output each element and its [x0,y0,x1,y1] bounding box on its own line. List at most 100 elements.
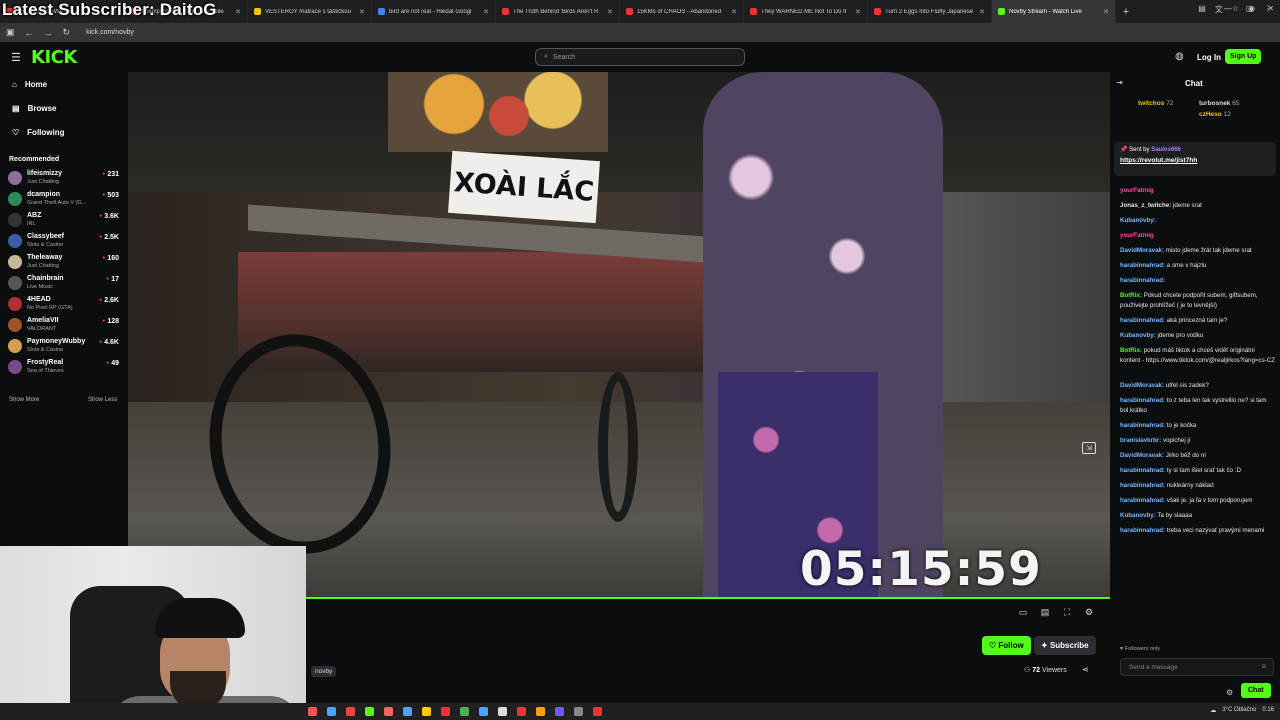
translate-icon[interactable]: 文 [1215,4,1223,15]
taskbar-app-icon[interactable] [441,707,450,716]
follow-button[interactable]: ♡ Follow [982,636,1031,655]
taskbar-app-icon[interactable] [536,707,545,716]
new-tab-button[interactable]: + [1116,6,1136,18]
browser-tab[interactable]: Novby Stream - Watch Live ✕ [992,0,1116,23]
chat-username[interactable]: harabinnahrad: [1120,277,1165,284]
chat-username[interactable]: Kubanovby: [1120,512,1156,519]
tab-close-icon[interactable]: ✕ [483,8,489,16]
show-more-link[interactable]: Show More [9,397,39,403]
top-gifter[interactable]: twitchos 72 [1138,100,1173,107]
chat-username[interactable]: BotRix: [1120,292,1142,299]
recommended-channel[interactable]: dcampion Grand Theft Auto V (G... 503 [8,191,122,211]
clip-icon[interactable]: ▭ [1018,607,1028,617]
theater-mode-icon[interactable]: ▤ [1040,607,1050,617]
show-less-link[interactable]: Show Less [88,397,117,403]
tab-close-icon[interactable]: ✕ [731,8,737,16]
recommended-channel[interactable]: Theleaway Just Chatting 160 [8,254,122,274]
tab-close-icon[interactable]: ✕ [979,8,985,16]
tab-close-icon[interactable]: ✕ [607,8,613,16]
chat-username[interactable]: yourFatmig [1120,232,1154,239]
taskbar-app-icon[interactable] [574,707,583,716]
chat-username[interactable]: harabinnahrad: [1120,422,1165,429]
chat-username[interactable]: branislavkrbr: [1120,437,1161,444]
chat-username[interactable]: Jonas_z_twitche: [1120,202,1171,209]
kick-logo[interactable]: KICK [31,47,77,68]
tab-close-icon[interactable]: ✕ [235,8,241,16]
sidebar-toggle-icon[interactable]: ▣ [6,27,15,38]
menu-icon[interactable]: ⋮ [1264,4,1272,15]
taskbar-app-icon[interactable] [327,707,336,716]
top-gifter[interactable]: turbosnek 65 [1199,100,1239,107]
language-globe-icon[interactable]: ◍ [1175,51,1184,62]
chat-send-button[interactable]: Chat [1241,683,1271,698]
taskbar-app-icon[interactable] [422,707,431,716]
taskbar-app-icon[interactable] [593,707,602,716]
chat-username[interactable]: yourFatmig [1120,187,1154,194]
taskbar-app-icon[interactable] [555,707,564,716]
subscribe-button[interactable]: ✦ Subscribe [1034,636,1096,655]
reload-icon[interactable]: ↻ [63,27,71,38]
taskbar-app-icon[interactable] [479,707,488,716]
recommended-channel[interactable]: lifeismizzy Just Chatting 231 [8,170,122,190]
browser-tab[interactable]: Turn 2 Eggs Into Fluffy Japanese ✕ [868,0,992,23]
taskbar-app-icon[interactable] [384,707,393,716]
chat-message-input[interactable]: Send a message ☺ [1120,658,1274,676]
sidebar-item-following[interactable]: ♡ Following [12,128,65,137]
chat-settings-gear-icon[interactable]: ⚙ [1226,688,1233,697]
signup-button[interactable]: Sign Up [1225,49,1262,64]
browser-tab[interactable]: VESTERÖY matrace s taštičkou ✕ [248,0,372,23]
chat-username[interactable]: harabinnahrad: [1120,467,1165,474]
channel-name-tag[interactable]: novby [311,666,337,677]
chat-username[interactable]: harabinnahrad: [1120,317,1165,324]
emoji-icon[interactable]: ☺ [1260,663,1267,670]
profile-icon[interactable]: ◉ [1248,4,1255,15]
sidebar-item-browse[interactable]: ▤ Browse [12,104,56,113]
hamburger-menu-icon[interactable]: ☰ [11,51,21,64]
tab-close-icon[interactable]: ✕ [359,8,365,16]
taskbar-app-icon[interactable] [517,707,526,716]
taskbar-app-icon[interactable] [403,707,412,716]
tab-close-icon[interactable]: ✕ [855,8,861,16]
back-icon[interactable]: ← [25,28,34,38]
taskbar-app-icon[interactable] [308,707,317,716]
extension-icon[interactable]: ▤ [1198,4,1206,15]
chat-username[interactable]: BotRix: [1120,347,1142,354]
recommended-channel[interactable]: ABZ IRL 3.6K [8,212,122,232]
recommended-channel[interactable]: AmeliaVII VALORANT 128 [8,317,122,337]
search-input[interactable]: ⌕ Search [535,48,745,66]
collapse-chat-icon[interactable]: ⇥ [1116,78,1123,87]
chat-username[interactable]: Kubanovby: [1120,332,1156,339]
sidebar-item-home[interactable]: ⌂ Home [12,80,47,89]
browser-tab[interactable]: They WARNED ME Not To Do It ✕ [744,0,868,23]
recommended-channel[interactable]: Chainbrain Live Music 17 [8,275,122,295]
chat-username[interactable]: harabinnahrad: [1120,397,1165,404]
recommended-channel[interactable]: Classybeef Slots & Casino 2.5K [8,233,122,253]
chat-username[interactable]: harabinnahrad: [1120,527,1165,534]
taskbar-app-icon[interactable] [365,707,374,716]
taskbar-app-icon[interactable] [346,707,355,716]
pinned-message[interactable]: 📌 Sent by Saulos666 https://revolut.me/j… [1114,142,1276,176]
fullscreen-icon[interactable]: ⛶ [1062,607,1072,617]
chat-username[interactable]: harabinnahrad: [1120,497,1165,504]
chat-username[interactable]: DavidMoravak: [1120,247,1164,254]
bookmark-star-icon[interactable]: ☆ [1232,4,1239,15]
recommended-channel[interactable]: PaymoneyWubby Slots & Casino 4.6K [8,338,122,358]
picture-in-picture-icon[interactable]: ⇲ [1082,442,1096,454]
url-field[interactable]: kick.com/novby [86,29,134,36]
top-gifter[interactable]: czHeso 12 [1199,111,1231,118]
pinned-link[interactable]: https://revolut.me/jist7hh [1120,157,1270,164]
browser-tab[interactable]: The Truth Behind 'Birds Aren't R ✕ [496,0,620,23]
chat-username[interactable]: harabinnahrad: [1120,482,1165,489]
browser-tab[interactable]: bird are not real - Hledat Googl ✕ [372,0,496,23]
settings-gear-icon[interactable]: ⚙ [1084,607,1094,617]
chat-username[interactable]: DavidMoravak: [1120,382,1164,389]
chat-username[interactable]: DavidMoravak: [1120,452,1164,459]
taskbar-app-icon[interactable] [498,707,507,716]
tab-close-icon[interactable]: ✕ [1103,8,1109,16]
recommended-channel[interactable]: 4HEAD No Pixel RP (GTA) 2.6K [8,296,122,316]
chat-username[interactable]: Kubanovby: [1120,217,1156,224]
login-button[interactable]: Log In [1193,50,1225,65]
browser-tab[interactable]: 15KMs of CHAOS - Abandoned ✕ [620,0,744,23]
taskbar-app-icon[interactable] [460,707,469,716]
forward-icon[interactable]: → [44,28,53,38]
